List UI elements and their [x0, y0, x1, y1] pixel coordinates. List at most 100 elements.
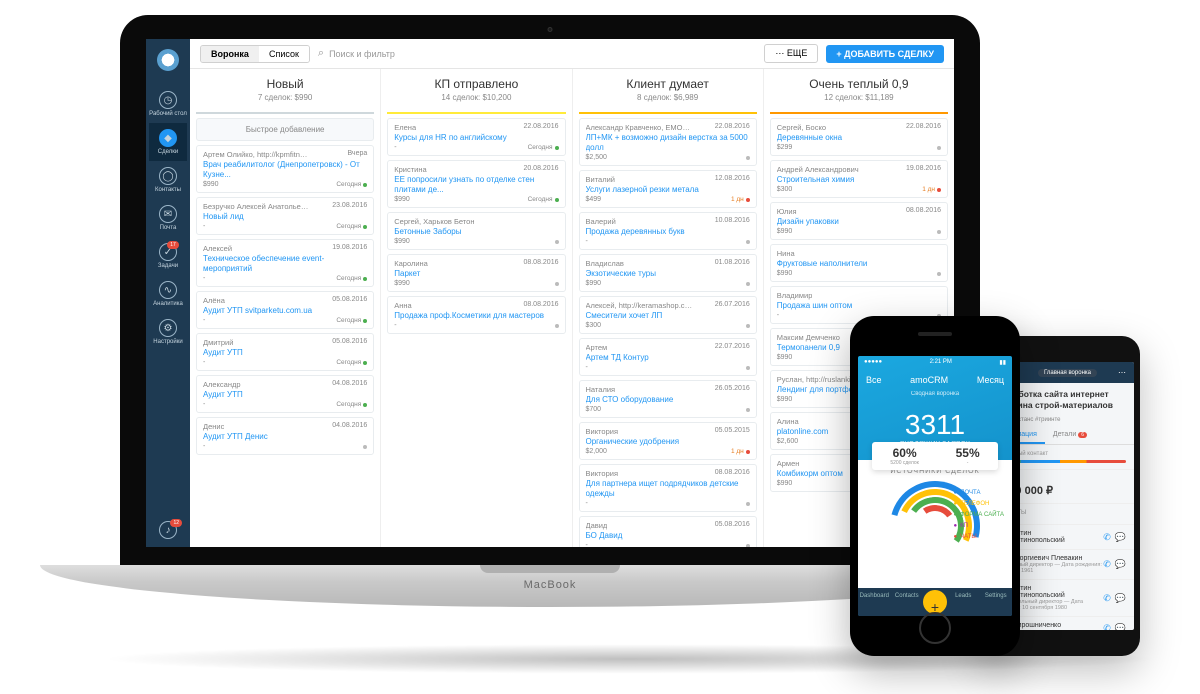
sidebar-item-0[interactable]: ◷Рабочий стол: [149, 85, 187, 123]
card-title: Аудит УТП Денис: [203, 432, 367, 442]
quick-add[interactable]: Быстрое добавление: [196, 118, 374, 141]
deal-card[interactable]: Андрей Александрович19.08.2016 Строитель…: [770, 160, 948, 198]
phone2-tab-details[interactable]: Детали6: [1045, 427, 1095, 444]
deal-card[interactable]: Давид05.08.2016 БО Давид -: [579, 516, 757, 547]
card-price: $990: [394, 196, 410, 203]
card-contact: Денис: [203, 422, 224, 431]
card-title: Экзотические туры: [586, 269, 750, 279]
deal-card[interactable]: Дмитрий05.08.2016 Аудит УТП -Сегодня: [196, 333, 374, 371]
card-contact: Артем: [586, 343, 608, 352]
card-status: Сегодня: [336, 401, 367, 408]
deal-card[interactable]: Валерий10.08.2016 Продажа деревянных бук…: [579, 212, 757, 250]
phone-add-button[interactable]: +: [923, 590, 947, 614]
sidebar-notifications[interactable]: ♪ 12: [146, 515, 190, 547]
deal-card[interactable]: Сергей, Харьков Бетон Бетонные Заборы $9…: [387, 212, 565, 250]
card-contact: Наталия: [586, 385, 616, 394]
deal-card[interactable]: Каролина08.08.2016 Паркет $990: [387, 254, 565, 292]
phone-funnel-pill[interactable]: Сводная воронка: [858, 391, 1012, 397]
nav-icon: ∿: [159, 281, 177, 299]
deal-card[interactable]: Александр Кравченко, EMOZZI22.08.2016 ЛП…: [579, 118, 757, 166]
card-status: 1 дн: [731, 196, 750, 203]
search-placeholder: Поиск и фильтр: [329, 49, 395, 59]
deal-card[interactable]: Юлия08.08.2016 Дизайн упаковки $990: [770, 202, 948, 240]
deal-card[interactable]: Безручко Алексей Анатольевич23.08.2016 Н…: [196, 197, 374, 235]
deal-card[interactable]: Александр04.08.2016 Аудит УТП -Сегодня: [196, 375, 374, 413]
app-logo[interactable]: [157, 49, 179, 71]
card-contact: Виктория: [586, 469, 619, 478]
card-price: -: [586, 542, 588, 547]
deal-card[interactable]: Владислав01.08.2016 Экзотические туры $9…: [579, 254, 757, 292]
phone-tab[interactable]: Contacts: [891, 588, 924, 616]
more-button[interactable]: ⋯ ЕЩЕ: [764, 44, 818, 63]
deal-card[interactable]: Артем Олийко, http://kpmfitness.com.ua/В…: [196, 145, 374, 193]
macbook-brand: MacBook: [524, 579, 577, 591]
card-date: 04.08.2016: [332, 422, 367, 431]
nav-icon: ◯: [159, 167, 177, 185]
deal-card[interactable]: Алексей19.08.2016 Техническое обеспечени…: [196, 239, 374, 287]
card-date: Вчера: [347, 150, 367, 159]
deal-card[interactable]: Алексей, http://keramashop.com.ua/26.07.…: [579, 296, 757, 334]
card-status: [937, 146, 941, 150]
deal-card[interactable]: Сергей, Боско22.08.2016 Деревянные окна …: [770, 118, 948, 156]
sidebar-item-6[interactable]: ⚙Настройки: [149, 313, 187, 351]
deal-card[interactable]: Виктория05.05.2015 Органические удобрени…: [579, 422, 757, 460]
deal-card[interactable]: Артем22.07.2016 Артем ТД Контур -: [579, 338, 757, 376]
phone-dashboard: ●●●●●2:21 PM▮▮ Все amoCRM Месяц Сводная …: [850, 316, 1020, 656]
search-input[interactable]: ⌕ Поиск и фильтр: [318, 47, 756, 60]
card-price: -: [203, 443, 205, 450]
sidebar: ◷Рабочий стол◆Сделки◯Контакты✉Почта✓Зада…: [146, 39, 190, 547]
sidebar-item-5[interactable]: ∿Аналитика: [149, 275, 187, 313]
deal-card[interactable]: Виктория08.08.2016 Для партнера ищет под…: [579, 464, 757, 512]
sidebar-item-3[interactable]: ✉Почта: [149, 199, 187, 237]
chat-icon: 💬: [1115, 623, 1126, 630]
list-view-button[interactable]: Список: [259, 46, 309, 62]
sidebar-item-2[interactable]: ◯Контакты: [149, 161, 187, 199]
phone-yield-card: 60%5200 сделок 55%-: [872, 442, 998, 470]
card-status: [746, 366, 750, 370]
card-title: Бетонные Заборы: [394, 227, 558, 237]
deal-card[interactable]: Елена22.08.2016 Курсы для HR по английск…: [387, 118, 565, 156]
phone-period[interactable]: Месяц: [977, 375, 1004, 385]
card-contact: Нина: [777, 249, 795, 258]
deal-card[interactable]: Кристина20.08.2016 ЕЕ попросили узнать п…: [387, 160, 565, 208]
chat-icon: 💬: [1115, 532, 1126, 543]
card-price: -: [203, 317, 205, 324]
deal-card[interactable]: Нина Фруктовые наполнители $990: [770, 244, 948, 282]
card-status: [746, 408, 750, 412]
deal-card[interactable]: Алёна05.08.2016 Аудит УТП svitparketu.co…: [196, 291, 374, 329]
phone-menu-toggle[interactable]: Все: [866, 375, 882, 385]
phone-app-title: amoCRM: [910, 375, 948, 385]
card-status: Сегодня: [336, 275, 367, 282]
deal-card[interactable]: Анна08.08.2016 Продажа проф.Косметики дл…: [387, 296, 565, 334]
deal-card[interactable]: Денис 04.08.2016 Аудит УТП Денис -: [196, 417, 374, 455]
card-price: $990: [777, 396, 793, 403]
card-price: $2,000: [586, 448, 607, 455]
card-status: [746, 544, 750, 548]
card-title: Техническое обеспечение event-мероприяти…: [203, 254, 367, 274]
phone-tab[interactable]: Settings: [980, 588, 1013, 616]
card-price: $990: [777, 228, 793, 235]
card-contact: Алина: [777, 417, 799, 426]
deal-card[interactable]: Виталий12.08.2016 Услуги лазерной резки …: [579, 170, 757, 208]
deal-card[interactable]: Наталия26.05.2016 Для СТО оборудование $…: [579, 380, 757, 418]
sidebar-item-1[interactable]: ◆Сделки: [149, 123, 187, 161]
card-date: 26.07.2016: [715, 301, 750, 310]
card-title: Продажа деревянных букв: [586, 227, 750, 237]
card-status: [746, 282, 750, 286]
notifications-badge: 12: [170, 519, 182, 527]
card-contact: Сергей, Харьков Бетон: [394, 217, 474, 226]
card-price: $300: [777, 186, 793, 193]
card-date: 22.08.2016: [523, 123, 558, 132]
funnel-view-button[interactable]: Воронка: [201, 46, 259, 62]
add-deal-button[interactable]: + ДОБАВИТЬ СДЕЛКУ: [826, 45, 944, 63]
phone-tab[interactable]: Dashboard: [858, 588, 891, 616]
phone2-more-icon[interactable]: ⋯: [1118, 368, 1126, 377]
phone2-pipeline-pill[interactable]: Главная воронка: [1038, 369, 1097, 377]
card-contact: Каролина: [394, 259, 428, 268]
nav-icon: ◆: [159, 129, 177, 147]
column-header: Новый 7 сделок: $990: [190, 69, 380, 108]
phone-tab[interactable]: Leads: [947, 588, 980, 616]
card-price: $2,500: [586, 154, 607, 161]
card-date: 05.08.2016: [715, 521, 750, 530]
sidebar-item-4[interactable]: ✓Задачи17: [149, 237, 187, 275]
